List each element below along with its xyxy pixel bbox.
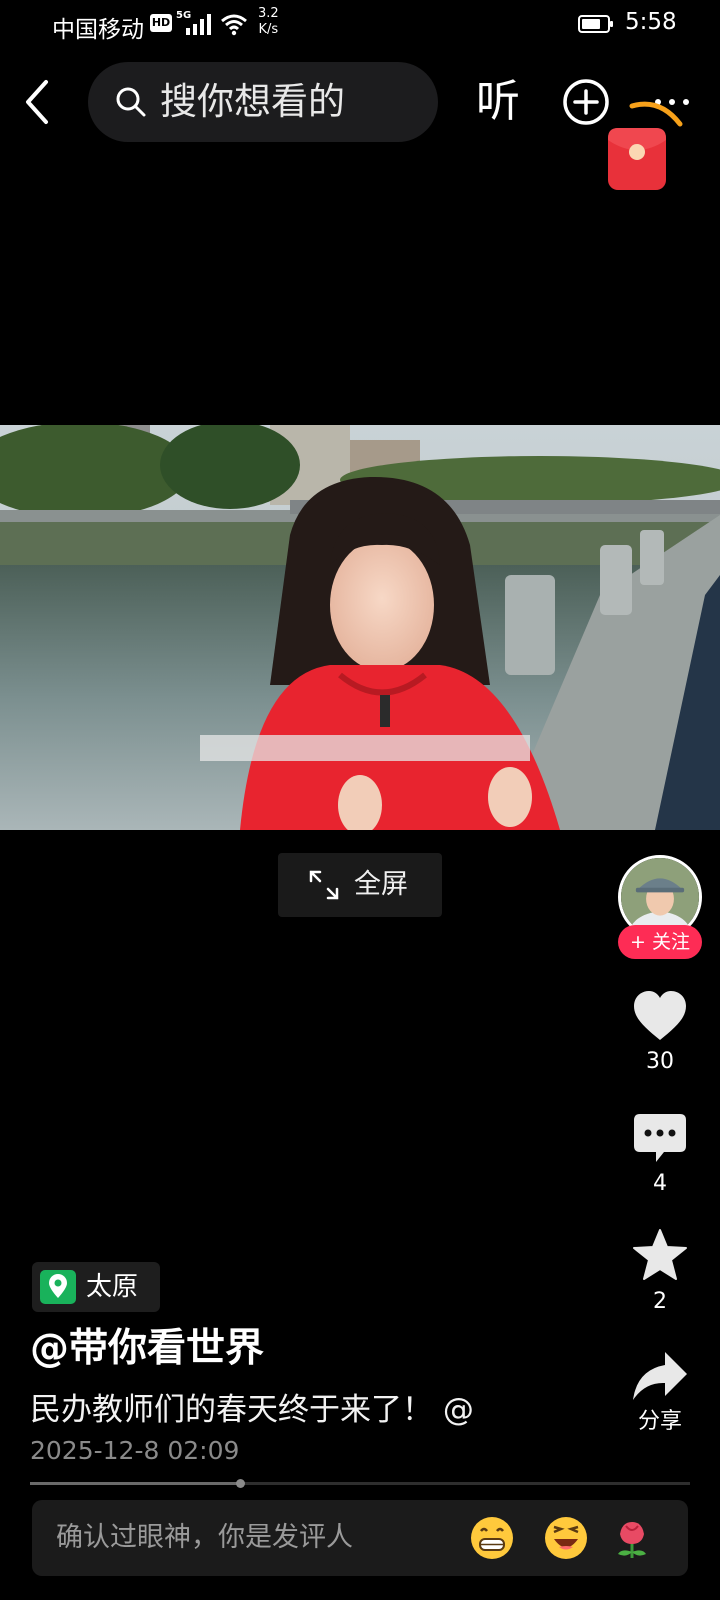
search-icon [116, 87, 146, 117]
post-timestamp: 2025-12-8 02:09 [30, 1436, 240, 1465]
follow-button[interactable]: + 关注 [618, 925, 702, 959]
comment-placeholder: 确认过眼神，你是发评人 [56, 1522, 353, 1553]
laugh-emoji-icon[interactable] [542, 1514, 590, 1562]
rose-emoji-icon[interactable] [608, 1514, 656, 1562]
location-pin-icon [40, 1270, 76, 1304]
share-button[interactable]: 分享 [618, 1350, 702, 1436]
author-name[interactable]: @带你看世界 [30, 1322, 264, 1376]
expand-icon [309, 870, 339, 900]
battery-icon [578, 15, 613, 33]
comment-button[interactable]: 4 [618, 1112, 702, 1198]
signal-icon [186, 14, 211, 35]
clock: 5:58 [625, 9, 677, 35]
share-label: 分享 [637, 1409, 682, 1434]
search-bar[interactable]: 搜你想看的 [88, 62, 438, 142]
video-player[interactable] [0, 425, 720, 830]
speed-unit: K/s [258, 22, 279, 37]
fullscreen-button[interactable]: 全屏 [278, 853, 442, 917]
progress-knob[interactable] [235, 1479, 245, 1488]
red-packet-icon[interactable] [604, 98, 688, 194]
back-icon[interactable] [16, 76, 60, 128]
heart-icon [634, 991, 686, 1040]
search-placeholder: 搜你想看的 [160, 80, 345, 123]
speed-value: 3.2 [258, 6, 279, 21]
status-bar: 中国移动 HD 5G 3.2 K/s 5:58 [0, 0, 720, 50]
comment-input[interactable]: 确认过眼神，你是发评人 [32, 1500, 688, 1576]
comment-count: 4 [653, 1171, 667, 1196]
network-speed: 3.2 K/s [258, 6, 279, 38]
wifi-icon [221, 14, 247, 36]
progress-fill [30, 1482, 240, 1485]
listen-button[interactable]: 听 [476, 74, 520, 130]
grin-emoji-icon[interactable] [468, 1514, 516, 1562]
video-progress-bar[interactable] [30, 1479, 690, 1488]
star-icon [633, 1229, 687, 1280]
location-label: 太原 [86, 1272, 139, 1302]
favorite-count: 2 [653, 1289, 667, 1314]
post-caption: 民办教师们的春天终于来了！ @ [30, 1392, 474, 1428]
carrier-name: 中国移动 [52, 17, 144, 43]
like-count: 30 [646, 1049, 674, 1074]
fullscreen-label: 全屏 [354, 869, 408, 900]
plus-icon[interactable] [562, 78, 610, 126]
location-tag[interactable]: 太原 [32, 1262, 160, 1312]
comment-icon [634, 1114, 686, 1162]
favorite-button[interactable]: 2 [618, 1228, 702, 1316]
like-button[interactable]: 30 [618, 990, 702, 1076]
hd-badge: HD [150, 14, 172, 32]
share-icon [633, 1352, 687, 1400]
